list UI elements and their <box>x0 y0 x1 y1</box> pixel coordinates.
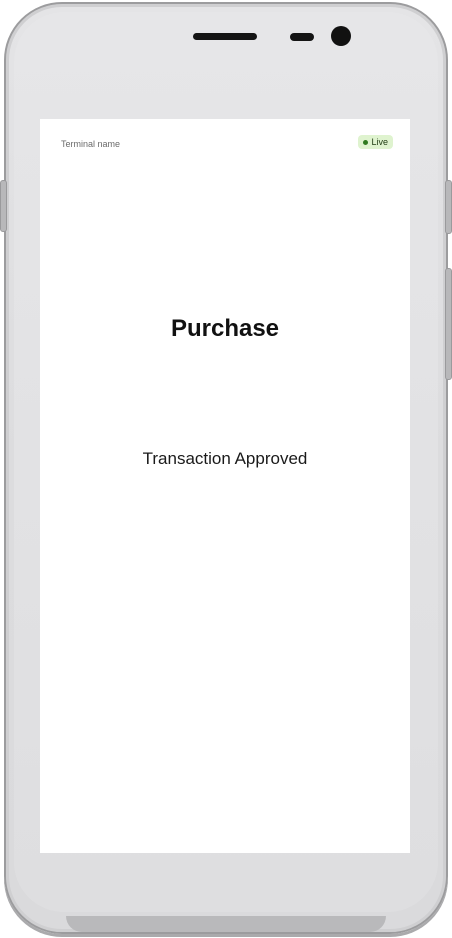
terminal-name-label: Terminal name <box>61 139 121 149</box>
transaction-status-message: Transaction Approved <box>142 449 308 468</box>
page-title: Purchase <box>170 315 280 342</box>
live-status-label: Live <box>371 137 388 147</box>
live-status-badge: Live <box>358 135 393 149</box>
volume-button <box>445 268 452 380</box>
power-button <box>445 180 452 234</box>
side-button-left <box>0 180 7 232</box>
proximity-sensor <box>290 33 314 41</box>
front-camera-icon <box>331 26 351 46</box>
terminal-screen: Terminal name Live Purchase Transaction … <box>40 119 410 853</box>
status-dot-icon <box>363 139 369 145</box>
device-chin <box>66 916 386 932</box>
earpiece-speaker <box>193 33 257 40</box>
